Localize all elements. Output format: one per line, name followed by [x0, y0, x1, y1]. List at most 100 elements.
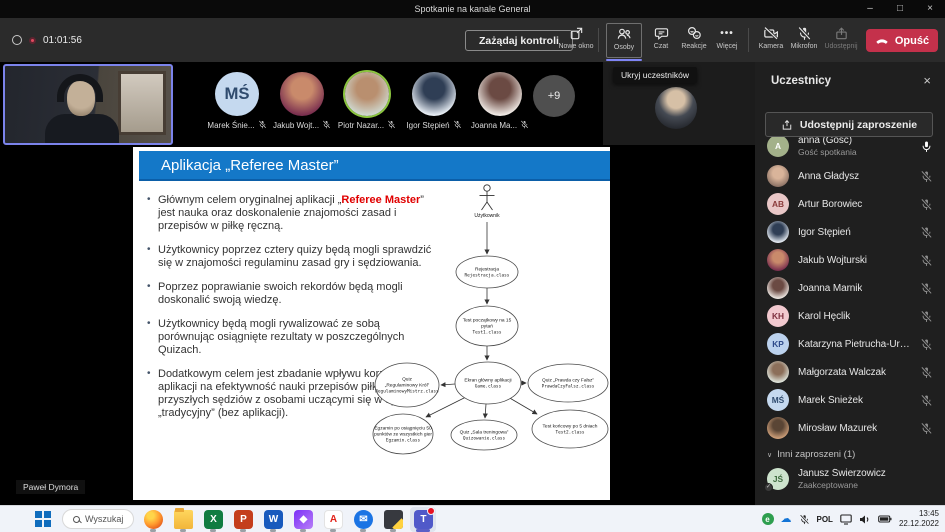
panel-close-icon[interactable]: × — [923, 74, 931, 87]
participant-row[interactable]: KP Katarzyna Pietrucha-Urbanik — [755, 330, 945, 358]
share-screen-icon — [834, 25, 849, 41]
word-icon: W — [264, 510, 283, 529]
antivirus-tray-icon[interactable]: e — [762, 513, 774, 525]
mic-muted-icon — [920, 198, 933, 211]
excel-taskbar-button[interactable]: X — [200, 507, 226, 532]
invited-section-header[interactable]: ∨Inni zaproszeni (1) — [755, 442, 945, 463]
participant-row[interactable]: Igor Stępień — [755, 218, 945, 246]
maximize-icon[interactable]: □ — [885, 0, 915, 18]
thunderbird-taskbar-button[interactable]: ✉ — [350, 507, 376, 532]
participant-row[interactable]: Mirosław Mazurek — [755, 414, 945, 442]
participant-name: Janusz Świerzowicz — [798, 468, 886, 479]
chat-button[interactable]: Czat — [643, 25, 679, 50]
avatar-wrap — [767, 277, 789, 299]
slide-title: Aplikacja „Referee Master” — [161, 157, 339, 174]
mic-muted-tray-icon[interactable] — [799, 514, 810, 525]
onedrive-tray-icon[interactable]: ☁ — [781, 514, 792, 525]
running-indicator — [240, 529, 246, 532]
display-tray-icon[interactable] — [840, 514, 852, 525]
request-control-button[interactable]: Zażądaj kontroli — [465, 30, 573, 51]
mic-muted-icon — [920, 170, 933, 183]
self-video-tile[interactable] — [3, 64, 173, 145]
notes-app-icon — [384, 510, 403, 529]
chat-label: Czat — [654, 43, 668, 50]
avatar: KP — [767, 333, 789, 355]
start-button[interactable] — [30, 507, 56, 532]
camera-label: Kamera — [759, 43, 784, 50]
mic-muted-icon — [920, 422, 933, 435]
thunderbird-icon: ✉ — [354, 510, 373, 529]
participant-name: Karol Hęclik — [798, 311, 850, 322]
windows-logo-icon — [35, 511, 51, 527]
svg-text:Rejestracja: Rejestracja — [475, 267, 499, 273]
language-indicator[interactable]: POL — [817, 515, 833, 524]
file-explorer-taskbar-button[interactable] — [170, 507, 196, 532]
reactions-button[interactable]: Reakcje — [676, 25, 712, 50]
shared-slide: Aplikacja „Referee Master” Głównym celem… — [133, 147, 610, 500]
acrobat-taskbar-button[interactable]: A — [320, 507, 346, 532]
new-window-button[interactable]: Nowe okno — [558, 25, 594, 50]
participant-row[interactable]: Anna Gładysz — [755, 162, 945, 190]
share-invite-button[interactable]: Udostępnij zaproszenie — [765, 112, 933, 137]
participant-name: Katarzyna Pietrucha-Urbanik — [798, 339, 911, 350]
people-icon — [616, 26, 632, 42]
participant-name: Jakub Wojturski — [798, 255, 867, 266]
mic-muted-icon — [920, 338, 933, 351]
participant-row[interactable]: Joanna Marnik — [755, 274, 945, 302]
graphics-app-taskbar-button[interactable]: ◆ — [290, 507, 316, 532]
battery-tray-icon[interactable] — [878, 514, 892, 524]
volume-tray-icon[interactable] — [859, 514, 871, 525]
participant-row[interactable]: Jakub Wojturski — [755, 246, 945, 274]
participant-info: Jakub Wojturski — [798, 255, 867, 266]
participant-row[interactable]: KH Karol Hęclik — [755, 302, 945, 330]
word-taskbar-button[interactable]: W — [260, 507, 286, 532]
participant-row[interactable]: MŚMarek Śnieżek — [755, 386, 945, 414]
participant-row[interactable]: Małgorzata Walczak — [755, 358, 945, 386]
notification-badge — [427, 507, 435, 515]
avatar-wrap: KH — [767, 305, 789, 327]
avatar: MŚ — [215, 72, 259, 116]
powerpoint-taskbar-button[interactable]: P — [230, 507, 256, 532]
mic-muted-icon — [920, 254, 933, 267]
reactions-icon — [686, 25, 702, 41]
avatar-wrap: KP — [767, 333, 789, 355]
camera-off-icon — [763, 25, 779, 41]
participant-name: Małgorzata Walczak — [798, 367, 886, 378]
mic-on-icon — [920, 140, 933, 153]
notes-app-taskbar-button[interactable] — [380, 507, 406, 532]
avatar-wrap — [767, 417, 789, 439]
firefox-taskbar-button[interactable] — [140, 507, 166, 532]
running-indicator — [300, 529, 306, 532]
minimize-icon[interactable]: – — [855, 0, 885, 18]
share-button[interactable]: Udostępnij — [823, 25, 859, 50]
svg-text:Test1.class: Test1.class — [472, 330, 501, 336]
avatar — [412, 72, 456, 116]
participant-name: Joanna Ma... — [471, 121, 517, 130]
panel-header: Uczestnicy × — [755, 62, 945, 87]
share-invite-label: Udostępnij zaproszenie — [800, 119, 917, 131]
slide-bullet: Poprzez poprawianie swoich rekordów będą… — [147, 281, 437, 307]
slide-bullets: Głównym celem oryginalnej aplikacji „Ref… — [147, 194, 437, 431]
teams-taskbar-button[interactable]: T — [410, 507, 436, 532]
camera-button[interactable]: Kamera — [753, 25, 789, 50]
participant-row[interactable]: JŚ✓Janusz ŚwierzowiczZaakceptowane — [755, 463, 945, 495]
leave-button[interactable]: Opuść — [866, 29, 938, 52]
people-button[interactable]: Osoby — [606, 23, 642, 58]
meeting-toolbar: 01:01:56 Zażądaj kontroli Nowe okno Osob… — [0, 18, 945, 62]
participant-row[interactable]: ABArtur Borowiec — [755, 190, 945, 218]
avatar — [767, 277, 789, 299]
close-icon[interactable]: × — [915, 0, 945, 18]
running-indicator — [210, 529, 216, 532]
avatar — [767, 417, 789, 439]
mic-button[interactable]: Mikrofon — [786, 25, 822, 50]
taskbar-search[interactable]: Wyszukaj — [62, 509, 134, 529]
avatar-wrap: MŚ — [767, 389, 789, 411]
taskbar-clock[interactable]: 13:45 22.12.2022 — [899, 509, 939, 530]
accepted-check-icon: ✓ — [764, 483, 773, 492]
more-button[interactable]: ••• Więcej — [709, 25, 745, 50]
participant-photo-thumbnail[interactable] — [655, 87, 697, 129]
overflow-participants-tile[interactable]: +9 — [533, 75, 575, 117]
toolbar-divider — [598, 28, 599, 52]
participant-thumbnail[interactable]: Joanna Ma... — [456, 72, 544, 131]
excel-icon: X — [204, 510, 223, 529]
